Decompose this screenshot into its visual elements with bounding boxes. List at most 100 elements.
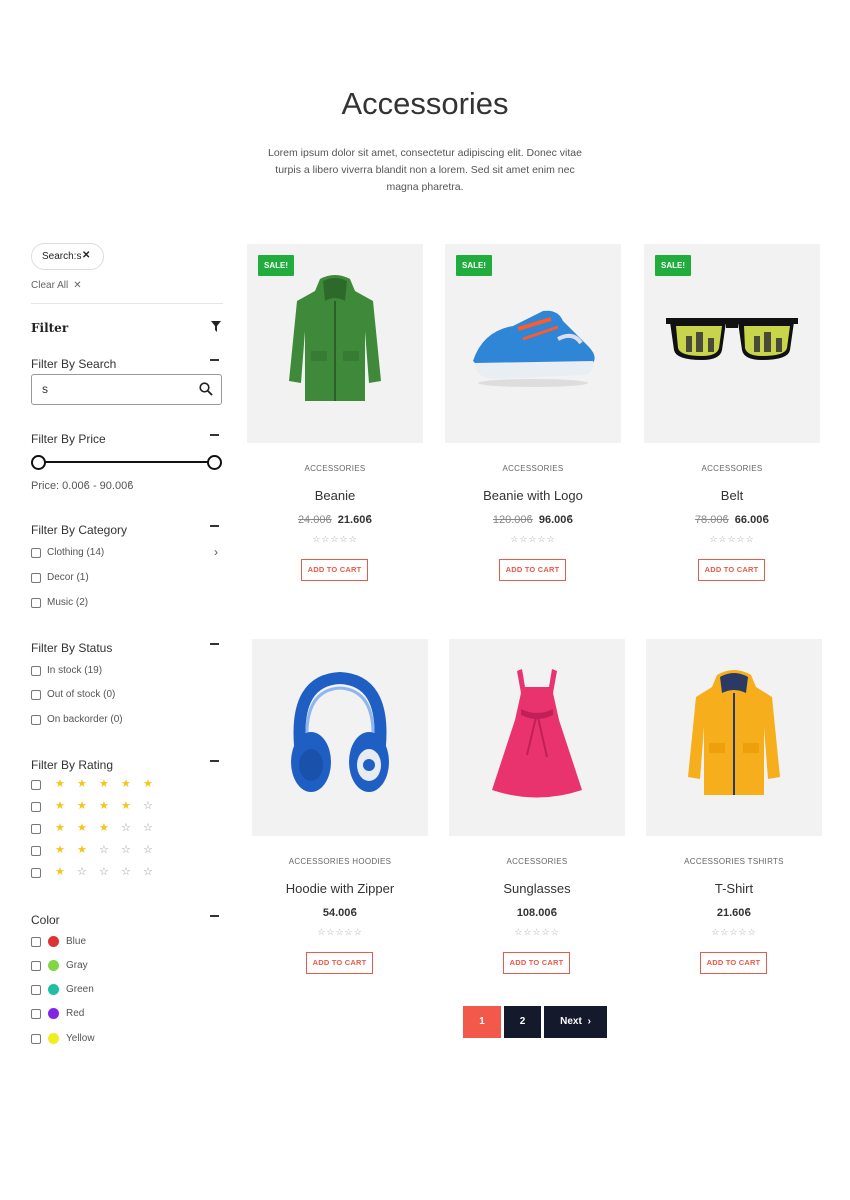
filter-header: Filter (31, 319, 223, 337)
search-icon[interactable] (199, 382, 213, 401)
product-card[interactable]: ACCESSORIES TSHIRTS T-Shirt 21.60ϐ ☆☆☆☆☆ ADD… (646, 639, 822, 979)
add-to-cart-button[interactable]: ADD TO CART (306, 952, 373, 974)
rating-option[interactable]: ★ ☆ ☆ ☆ ☆ (31, 867, 165, 878)
status-option[interactable]: On backorder (0) (31, 714, 123, 725)
product-card[interactable]: SALE! ACCESSORIES Beanie with Logo 120.00ϐ 9… (445, 244, 621, 584)
category-option[interactable]: Clothing (14) (31, 547, 104, 558)
status-option[interactable]: In stock (19) (31, 665, 102, 676)
color-option[interactable]: Green (31, 984, 94, 995)
product-name[interactable]: T-Shirt (646, 881, 822, 896)
product-image[interactable] (646, 639, 822, 836)
collapse-search-icon[interactable] (210, 359, 219, 361)
remove-filter-icon[interactable]: ✕ (82, 250, 90, 261)
search-input[interactable] (42, 382, 182, 396)
category-label: Decor (1) (47, 572, 89, 583)
product-name[interactable]: Beanie with Logo (445, 488, 621, 503)
product-rating: ☆☆☆☆☆ (317, 927, 363, 937)
checkbox[interactable] (31, 714, 41, 725)
product-name[interactable]: Sunglasses (449, 881, 625, 896)
checkbox[interactable] (31, 845, 41, 856)
product-card[interactable]: SALE! ACCESSORIES Belt 78.00ϐ 66.00ϐ ☆☆☆☆☆ ADD… (644, 244, 820, 584)
collapse-color-icon[interactable] (210, 915, 219, 917)
checkbox[interactable] (31, 572, 41, 583)
color-option[interactable]: Blue (31, 936, 86, 947)
price-max-handle[interactable] (207, 455, 222, 470)
rating-option[interactable]: ★ ★ ★ ★ ☆ (31, 801, 165, 812)
checkbox[interactable] (31, 689, 41, 700)
product-image[interactable] (252, 639, 428, 836)
active-filter-chip[interactable]: Search:s ✕ (31, 243, 104, 270)
product-price: 108.00ϐ (449, 907, 625, 919)
product-category[interactable]: ACCESSORIES (247, 464, 423, 473)
color-swatch (48, 936, 59, 947)
product-category[interactable]: ACCESSORIES TSHIRTS (646, 857, 822, 866)
rating-option[interactable]: ★ ★ ★ ☆ ☆ (31, 823, 165, 834)
checkbox[interactable] (31, 823, 41, 834)
checkbox[interactable] (31, 1008, 41, 1019)
divider (31, 303, 223, 304)
product-price: 120.00ϐ 96.00ϐ (445, 514, 621, 526)
star-filled-icon: ★ (55, 822, 65, 834)
category-option[interactable]: Decor (1) (31, 572, 89, 583)
filter-label: Filter (31, 321, 69, 335)
checkbox[interactable] (31, 779, 41, 790)
search-field[interactable] (31, 374, 222, 405)
checkbox[interactable] (31, 547, 41, 558)
star-empty-icon: ☆ (121, 866, 131, 878)
page-2-button[interactable]: 2 (504, 1006, 541, 1038)
funnel-icon (211, 319, 221, 337)
page-description: Lorem ipsum dolor sit amet, consectetur … (268, 147, 582, 193)
add-to-cart-button[interactable]: ADD TO CART (503, 952, 570, 974)
checkbox[interactable] (31, 936, 41, 947)
product-card[interactable]: ACCESSORIES HOODIES Hoodie with Zipper 54.… (252, 639, 428, 979)
checkbox[interactable] (31, 984, 41, 995)
product-rating: ☆☆☆☆☆ (510, 534, 556, 544)
star-empty-icon: ☆ (143, 844, 153, 856)
checkbox[interactable] (31, 960, 41, 971)
color-label: Yellow (66, 1033, 95, 1044)
category-option[interactable]: Music (2) (31, 597, 88, 608)
chevron-right-icon[interactable]: › (214, 545, 218, 559)
product-category[interactable]: ACCESSORIES (449, 857, 625, 866)
product-category[interactable]: ACCESSORIES (644, 464, 820, 473)
price-slider-track[interactable] (38, 461, 214, 463)
checkbox[interactable] (31, 665, 41, 676)
star-filled-icon: ★ (77, 778, 87, 790)
collapse-rating-icon[interactable] (210, 760, 219, 762)
product-name[interactable]: Hoodie with Zipper (252, 881, 428, 896)
price-min-handle[interactable] (31, 455, 46, 470)
checkbox[interactable] (31, 801, 41, 812)
page-1-button[interactable]: 1 (463, 1006, 501, 1038)
clear-all-link[interactable]: Clear All ✕ (31, 280, 82, 291)
product-image[interactable] (449, 639, 625, 836)
product-name[interactable]: Belt (644, 488, 820, 503)
collapse-status-icon[interactable] (210, 643, 219, 645)
category-label: Music (2) (47, 597, 89, 608)
star-empty-icon: ☆ (121, 844, 131, 856)
old-price: 78.00ϐ (694, 514, 729, 526)
add-to-cart-button[interactable]: ADD TO CART (499, 559, 566, 581)
collapse-price-icon[interactable] (210, 434, 219, 436)
star-filled-icon: ★ (99, 822, 109, 834)
product-category[interactable]: ACCESSORIES (445, 464, 621, 473)
collapse-category-icon[interactable] (210, 525, 219, 527)
product-card[interactable]: ACCESSORIES Sunglasses 108.00ϐ ☆☆☆☆☆ ADD TO … (449, 639, 625, 979)
add-to-cart-button[interactable]: ADD TO CART (301, 559, 368, 581)
color-option[interactable]: Gray (31, 960, 88, 971)
add-to-cart-button[interactable]: ADD TO CART (698, 559, 765, 581)
product-card[interactable]: SALE! ACCESSORIES Beanie 24.00ϐ 21.60ϐ ☆☆☆☆☆ A… (247, 244, 423, 584)
add-to-cart-button[interactable]: ADD TO CART (700, 952, 767, 974)
rating-option[interactable]: ★ ★ ☆ ☆ ☆ (31, 845, 165, 856)
checkbox[interactable] (31, 1033, 41, 1044)
filter-rating-title: Filter By Rating (31, 758, 114, 772)
color-option[interactable]: Yellow (31, 1033, 95, 1044)
rating-option[interactable]: ★ ★ ★ ★ ★ (31, 779, 165, 790)
checkbox[interactable] (31, 867, 41, 878)
product-name[interactable]: Beanie (247, 488, 423, 503)
checkbox[interactable] (31, 597, 41, 608)
product-category[interactable]: ACCESSORIES HOODIES (252, 857, 428, 866)
color-option[interactable]: Red (31, 1008, 84, 1019)
next-page-button[interactable]: Next › (544, 1006, 607, 1038)
status-option[interactable]: Out of stock (0) (31, 689, 115, 700)
color-swatch (48, 1033, 59, 1044)
